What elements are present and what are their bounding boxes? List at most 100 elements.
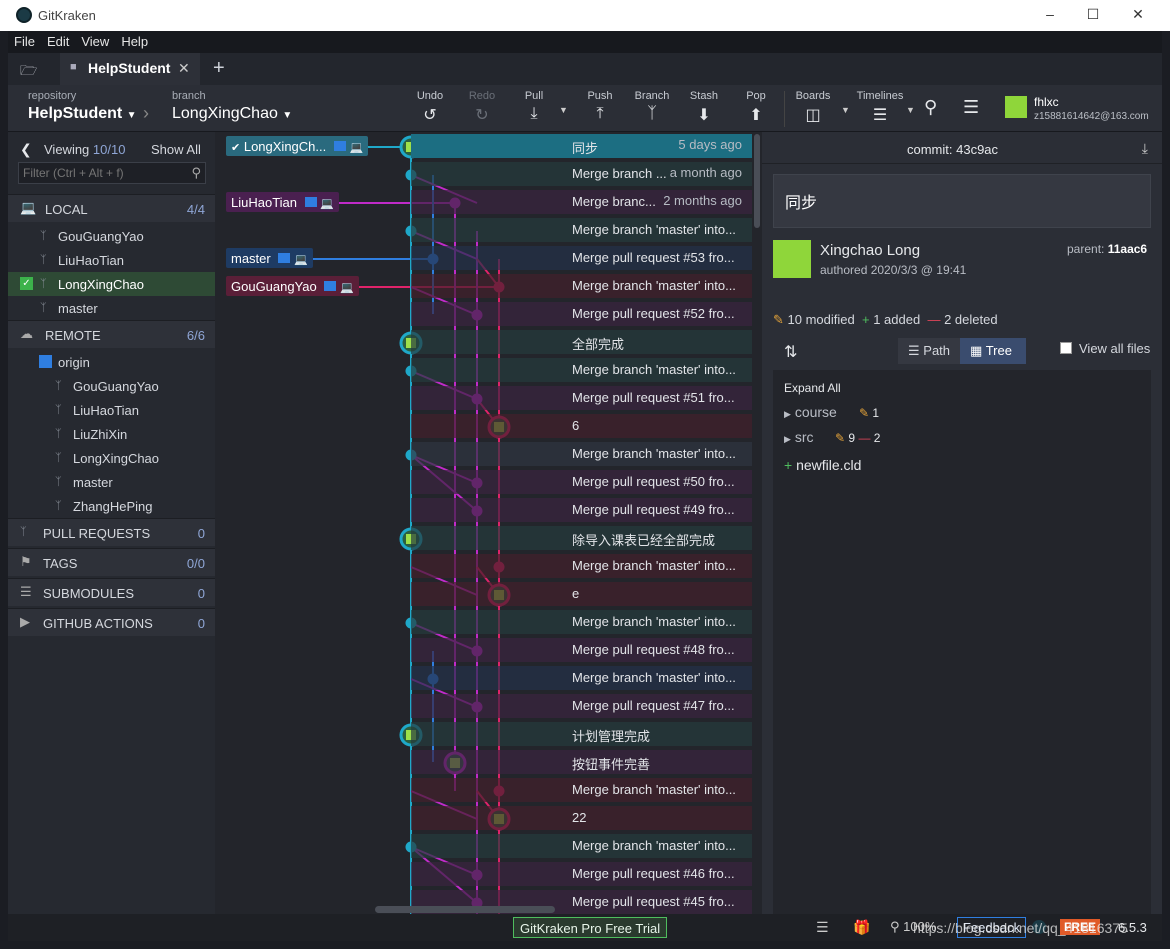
timelines-button[interactable]: Timelines ☰ [854, 90, 906, 125]
commit-row[interactable]: 计划管理完成 [215, 720, 752, 748]
commit-row[interactable]: Merge pull request #51 fro... [215, 384, 752, 412]
local-section-header[interactable]: 💻 LOCAL 4/4 [8, 194, 215, 222]
commit-row[interactable]: 全部完成 [215, 328, 752, 356]
horizontal-scrollbar[interactable] [375, 906, 555, 913]
filter-input-box[interactable]: ⚲ [18, 162, 206, 184]
commit-row[interactable]: Merge branch 'master' into... [215, 356, 752, 384]
commit-row[interactable]: Merge pull request #50 fro... [215, 468, 752, 496]
commit-row[interactable]: 除导入课表已经全部完成 [215, 524, 752, 552]
ref-label: master [231, 251, 271, 266]
remote-branch-gouguangyao[interactable]: ᛉ GouGuangYao [8, 374, 215, 398]
branch-selector[interactable]: LongXingChao ▼ [172, 105, 292, 123]
remote-section-header[interactable]: ☁ REMOTE 6/6 [8, 320, 215, 348]
parent-sha[interactable]: 11aac6 [1108, 242, 1147, 256]
commit-row[interactable]: Merge branch 'master' into... [215, 664, 752, 692]
tree-file-newfile[interactable]: + newfile.cld [784, 457, 861, 473]
submodules-section[interactable]: ☰ SUBMODULES 0 [8, 578, 215, 606]
tree-view-button[interactable]: ▦ Tree [960, 338, 1026, 364]
close-icon[interactable]: ✕ [1128, 6, 1148, 23]
vertical-scrollbar[interactable] [754, 134, 760, 228]
menu-file[interactable]: File [8, 31, 41, 52]
remote-origin[interactable]: origin [8, 350, 215, 374]
timelines-options-icon[interactable]: ▼ [906, 105, 915, 115]
tags-section[interactable]: ⚑ TAGS 0/0 [8, 548, 215, 576]
folder-icon[interactable]: 🗁 [20, 60, 37, 84]
local-branch-gouguangyao[interactable]: ᛉ GouGuangYao [8, 224, 215, 248]
minimize-icon[interactable]: – [1040, 6, 1060, 22]
remote-branch-master[interactable]: ᛉ master [8, 470, 215, 494]
commit-message-box[interactable]: 同步 [773, 174, 1151, 228]
tab-helpstudent[interactable]: ■ HelpStudent ✕ [60, 53, 200, 85]
hamburger-menu-icon[interactable]: ☰ [963, 97, 979, 118]
tab-close-icon[interactable]: ✕ [178, 60, 190, 77]
commit-row[interactable]: e [215, 580, 752, 608]
ref-liuhaotian[interactable]: LiuHaoTian 💻 [226, 192, 339, 212]
ref-gouguangyao[interactable]: GouGuangYao 💻 [226, 276, 359, 296]
commit-row[interactable]: Merge branch 'master' into... [215, 552, 752, 580]
expand-all-button[interactable]: Expand All [784, 381, 841, 395]
boards-options-icon[interactable]: ▼ [841, 105, 850, 115]
pull-requests-label: PULL REQUESTS [43, 526, 151, 541]
branch-label: LiuHaoTian [73, 403, 140, 418]
stash-button[interactable]: Stash ⬇ [679, 90, 729, 125]
commit-row[interactable]: Merge branch 'master' into... [215, 776, 752, 804]
ref-longxingchao[interactable]: ✔ LongXingCh... 💻 [226, 136, 369, 156]
stash-label: Stash [689, 90, 719, 102]
search-icon[interactable]: ⚲ [924, 97, 937, 118]
show-all-button[interactable]: Show All [151, 142, 201, 157]
github-actions-section[interactable]: ▶ GITHUB ACTIONS 0 [8, 608, 215, 636]
remote-branch-longxingchao[interactable]: ᛉ LongXingChao [8, 446, 215, 470]
tree-folder-src[interactable]: ▶ src [784, 429, 813, 445]
commit-row[interactable]: Merge branch 'master' into... [215, 216, 752, 244]
branch-icon: ᛉ [40, 278, 47, 290]
menu-edit[interactable]: Edit [41, 31, 75, 52]
pull-requests-section[interactable]: ᛉ PULL REQUESTS 0 [8, 518, 215, 546]
undo-button[interactable]: Undo ↺ [405, 90, 455, 125]
menu-view[interactable]: View [75, 31, 115, 52]
repo-selector[interactable]: HelpStudent ▼ [28, 105, 137, 123]
push-button[interactable]: Push ⤒ [575, 90, 625, 123]
commit-row[interactable]: Merge pull request #48 fro... [215, 636, 752, 664]
list-icon[interactable]: ☰ [816, 919, 829, 936]
laptop-icon: 💻 [340, 282, 354, 294]
branch-button[interactable]: Branch ᛉ [627, 90, 677, 123]
pro-trial-button[interactable]: GitKraken Pro Free Trial [513, 917, 668, 938]
path-view-button[interactable]: ☰ Path [898, 338, 960, 364]
local-branch-longxingchao[interactable]: ✓ ᛉ LongXingChao [8, 272, 215, 296]
back-arrow-icon[interactable]: ❮ [20, 141, 32, 158]
view-all-files-checkbox[interactable] [1060, 342, 1072, 354]
local-branch-liuhaotian[interactable]: ᛉ LiuHaoTian [8, 248, 215, 272]
commit-row[interactable]: 按钮事件完善 [215, 748, 752, 776]
new-tab-icon[interactable]: + [213, 57, 225, 80]
checked-checkbox-icon[interactable]: ✓ [20, 277, 33, 290]
sort-icon[interactable]: ⇅ [784, 342, 797, 362]
filter-input[interactable] [19, 163, 179, 183]
gift-icon[interactable]: 🎁 [853, 919, 870, 936]
commit-row[interactable]: Merge pull request #49 fro... [215, 496, 752, 524]
ref-master[interactable]: master 💻 [226, 248, 313, 268]
pull-button[interactable]: Pull ⤓ [509, 90, 559, 123]
remote-branch-liuhaotian[interactable]: ᛉ LiuHaoTian [8, 398, 215, 422]
tree-folder-course[interactable]: ▶ course [784, 404, 837, 420]
maximize-icon[interactable]: ☐ [1083, 6, 1103, 23]
pull-options-icon[interactable]: ▼ [559, 105, 568, 115]
commit-row[interactable]: Merge pull request #52 fro... [215, 300, 752, 328]
download-icon[interactable]: ⤓ [1142, 140, 1148, 157]
boards-button[interactable]: Boards ◫ [788, 90, 838, 125]
commit-row[interactable]: 6 [215, 412, 752, 440]
remote-branch-liuzhixin[interactable]: ᛉ LiuZhiXin [8, 422, 215, 446]
user-avatar[interactable] [1005, 96, 1027, 118]
commit-row[interactable]: Merge branch 'master' into... [215, 832, 752, 860]
redo-button[interactable]: Redo ↻ [457, 90, 507, 125]
commit-row[interactable]: Merge pull request #46 fro... [215, 860, 752, 888]
commit-row[interactable]: Merge branch 'master' into... [215, 440, 752, 468]
commit-row[interactable]: Merge pull request #47 fro... [215, 692, 752, 720]
commit-row[interactable]: 22 [215, 804, 752, 832]
commit-row[interactable]: Merge branch ... a month ago [215, 160, 752, 188]
remote-branch-zhanghepin[interactable]: ᛉ ZhangHePing [8, 494, 215, 518]
pop-button[interactable]: Pop ⬆ [731, 90, 781, 125]
menu-help[interactable]: Help [115, 31, 154, 52]
commit-row[interactable]: Merge branch 'master' into... [215, 608, 752, 636]
commit-graph[interactable]: 同步 5 days ago Merge branch ... a month ago M… [215, 132, 752, 914]
local-branch-master[interactable]: ᛉ master [8, 296, 215, 320]
